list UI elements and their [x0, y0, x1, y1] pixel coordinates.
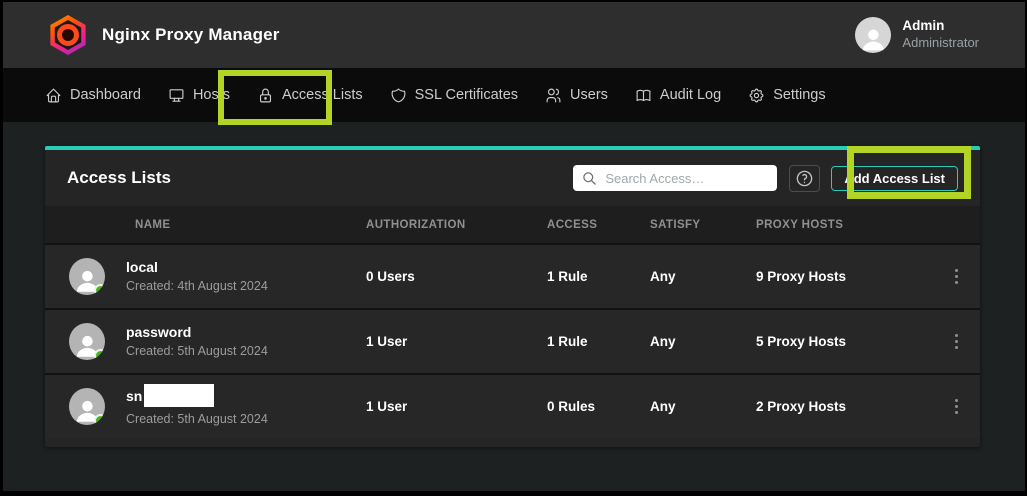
table-row: password Created: 5th August 2024 1 User… — [45, 308, 980, 373]
nav-item-audit-log[interactable]: Audit Log — [635, 87, 721, 104]
search-icon — [582, 171, 597, 186]
book-icon — [635, 87, 652, 104]
nav-item-settings[interactable]: Settings — [748, 87, 825, 104]
name-block: local Created: 4th August 2024 — [126, 258, 268, 294]
access-value: 1 Rule — [547, 269, 650, 284]
app-window: Nginx Proxy Manager Admin Administrator … — [0, 0, 1027, 496]
brand: Nginx Proxy Manager — [48, 15, 280, 55]
table-row: sn Created: 5th August 2024 1 User 0 Rul… — [45, 373, 980, 438]
online-status-dot — [94, 349, 105, 360]
person-icon — [859, 24, 888, 53]
row-avatar — [69, 323, 105, 360]
help-circle-icon — [795, 169, 814, 188]
nginx-proxy-manager-logo-icon — [48, 15, 88, 55]
row-actions-menu-button[interactable] — [951, 395, 963, 419]
nav-item-label: Access Lists — [282, 87, 363, 103]
nav-item-access-lists[interactable]: Access Lists — [257, 87, 363, 104]
page-background: Nginx Proxy Manager Admin Administrator … — [3, 2, 1025, 491]
nav-item-label: Hosts — [193, 87, 230, 103]
column-header-satisfy: SATISFY — [650, 219, 756, 231]
nav-item-label: Audit Log — [660, 87, 721, 103]
row-actions-menu-button[interactable] — [951, 330, 963, 354]
row-avatar — [69, 258, 105, 295]
online-status-dot — [94, 284, 105, 295]
access-list-name: local — [126, 259, 158, 275]
lock-icon — [257, 87, 274, 104]
nav-item-ssl-certificates[interactable]: SSL Certificates — [390, 87, 518, 104]
monitor-icon — [168, 87, 185, 104]
authorization-value: 1 User — [366, 399, 547, 414]
row-actions-menu-button[interactable] — [951, 265, 963, 289]
app-header: Nginx Proxy Manager Admin Administrator — [3, 2, 1025, 68]
panel-header: Access Lists Add Access List — [45, 150, 980, 206]
user-menu[interactable]: Admin Administrator — [855, 17, 979, 53]
table-row: local Created: 4th August 2024 0 Users 1… — [45, 243, 980, 308]
nav-item-users[interactable]: Users — [545, 87, 608, 104]
created-date: Created: 4th August 2024 — [126, 278, 268, 294]
user-role: Administrator — [902, 35, 979, 51]
proxy-hosts-value: 2 Proxy Hosts — [756, 399, 933, 414]
proxy-hosts-value: 9 Proxy Hosts — [756, 269, 933, 284]
home-icon — [45, 87, 62, 104]
created-date: Created: 5th August 2024 — [126, 411, 268, 427]
nav-item-label: Settings — [773, 87, 825, 103]
access-list-name: password — [126, 324, 191, 340]
users-icon — [545, 87, 562, 104]
name-cell: password Created: 5th August 2024 — [45, 323, 366, 360]
table-body: local Created: 4th August 2024 0 Users 1… — [45, 243, 980, 438]
row-avatar — [69, 388, 105, 425]
search-input[interactable] — [605, 171, 768, 186]
main-content: Access Lists Add Access List — [3, 122, 1025, 491]
redaction-box — [144, 384, 214, 407]
online-status-dot — [94, 414, 105, 425]
name-block: sn Created: 5th August 2024 — [126, 386, 268, 427]
access-list-name: sn — [126, 388, 142, 404]
app-title: Nginx Proxy Manager — [102, 25, 280, 45]
access-lists-panel: Access Lists Add Access List — [45, 146, 980, 447]
gear-icon — [748, 87, 765, 104]
access-value: 1 Rule — [547, 334, 650, 349]
search-box[interactable] — [573, 165, 777, 191]
access-value: 0 Rules — [547, 399, 650, 414]
nav-item-hosts[interactable]: Hosts — [168, 87, 230, 104]
help-button[interactable] — [789, 165, 820, 192]
user-name: Admin — [902, 18, 979, 35]
column-header-proxy-hosts: PROXY HOSTS — [756, 219, 933, 231]
name-cell: sn Created: 5th August 2024 — [45, 386, 366, 427]
satisfy-value: Any — [650, 269, 756, 284]
table-header-row: NAME AUTHORIZATION ACCESS SATISFY PROXY … — [45, 206, 980, 243]
column-header-authorization: AUTHORIZATION — [366, 219, 547, 231]
nav-item-label: Dashboard — [70, 87, 141, 103]
column-header-name: NAME — [45, 219, 366, 231]
nav-item-label: Users — [570, 87, 608, 103]
nav-item-label: SSL Certificates — [415, 87, 518, 103]
user-text: Admin Administrator — [902, 18, 979, 51]
satisfy-value: Any — [650, 334, 756, 349]
authorization-value: 0 Users — [366, 269, 547, 284]
main-nav: Dashboard Hosts Access Lists SSL Certificat… — [3, 68, 1025, 122]
satisfy-value: Any — [650, 399, 756, 414]
column-header-access: ACCESS — [547, 219, 650, 231]
proxy-hosts-value: 5 Proxy Hosts — [756, 334, 933, 349]
name-cell: local Created: 4th August 2024 — [45, 258, 366, 295]
created-date: Created: 5th August 2024 — [126, 343, 268, 359]
nav-item-dashboard[interactable]: Dashboard — [45, 87, 141, 104]
user-avatar[interactable] — [855, 17, 891, 53]
shield-icon — [390, 87, 407, 104]
name-block: password Created: 5th August 2024 — [126, 323, 268, 359]
authorization-value: 1 User — [366, 334, 547, 349]
panel-title: Access Lists — [67, 168, 573, 188]
add-access-list-button[interactable]: Add Access List — [831, 166, 958, 191]
